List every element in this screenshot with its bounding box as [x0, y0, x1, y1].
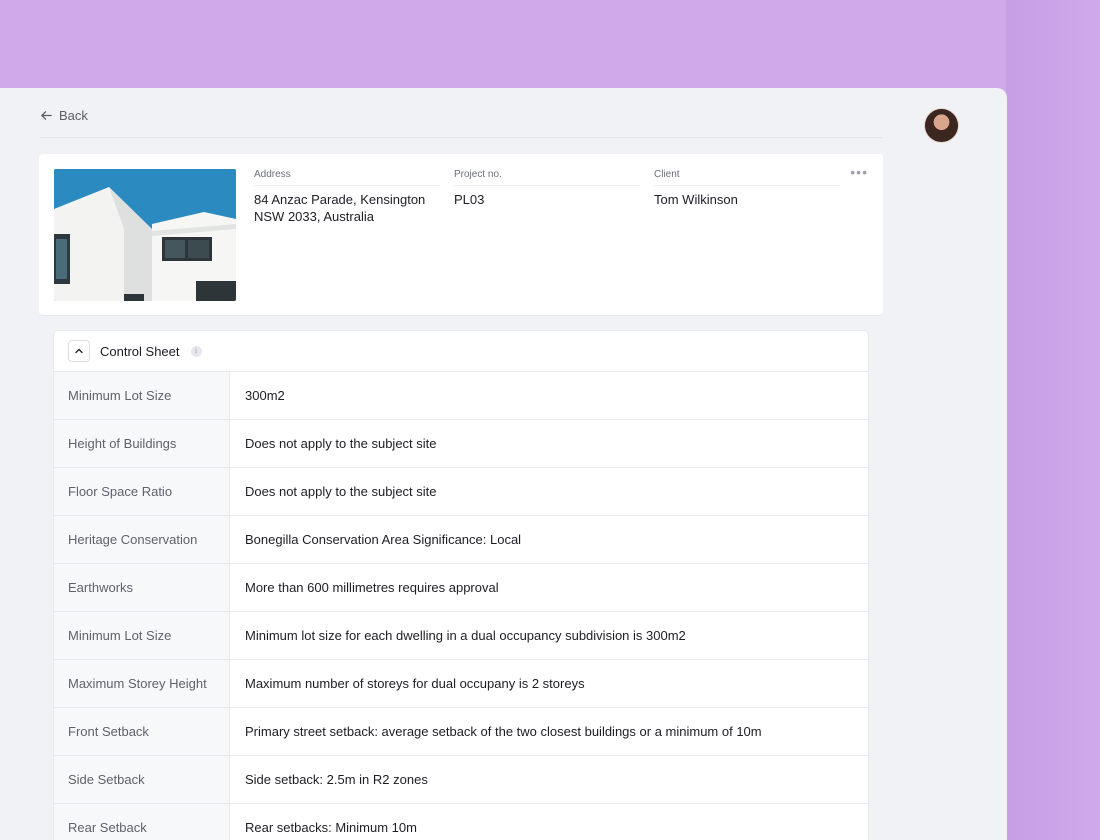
row-value: More than 600 millimetres requires appro… — [245, 580, 499, 595]
address-line-2: NSW 2033, Australia — [254, 209, 374, 224]
back-button[interactable]: Back — [40, 108, 88, 123]
table-row: Height of Buildings Does not apply to th… — [54, 420, 868, 468]
row-value: Does not apply to the subject site — [245, 484, 437, 499]
project-card: Address 84 Anzac Parade, Kensington NSW … — [39, 154, 883, 316]
project-no-section: Project no. PL03 — [454, 169, 644, 208]
control-sheet-header: Control Sheet i — [54, 331, 868, 372]
collapse-button[interactable] — [68, 340, 90, 362]
table-row: Heritage Conservation Bonegilla Conserva… — [54, 516, 868, 564]
row-label: Maximum Storey Height — [54, 660, 230, 707]
chevron-up-icon — [75, 348, 83, 354]
table-row: Minimum Lot Size 300m2 — [54, 372, 868, 420]
background-shade — [1006, 0, 1100, 840]
control-sheet-panel: Control Sheet i Minimum Lot Size 300m2 H… — [53, 330, 869, 840]
divider — [40, 137, 882, 138]
table-row: Front Setback Primary street setback: av… — [54, 708, 868, 756]
row-value: Minimum lot size for each dwelling in a … — [245, 628, 686, 643]
row-value: 300m2 — [245, 388, 285, 403]
row-label: Minimum Lot Size — [54, 612, 230, 659]
address-value: 84 Anzac Parade, Kensington NSW 2033, Au… — [254, 191, 444, 225]
arrow-left-icon — [41, 111, 52, 120]
row-label: Minimum Lot Size — [54, 372, 230, 419]
client-value: Tom Wilkinson — [654, 192, 738, 207]
row-value: Rear setbacks: Minimum 10m — [245, 820, 417, 835]
row-label: Side Setback — [54, 756, 230, 803]
row-value: Maximum number of storeys for dual occup… — [245, 676, 585, 691]
client-label: Client — [654, 169, 840, 186]
project-image — [54, 169, 236, 301]
project-no-label: Project no. — [454, 169, 640, 186]
row-value: Side setback: 2.5m in R2 zones — [245, 772, 428, 787]
user-avatar[interactable] — [924, 108, 959, 143]
row-label: Height of Buildings — [54, 420, 230, 467]
row-value: Primary street setback: average setback … — [245, 724, 762, 739]
table-row: Maximum Storey Height Maximum number of … — [54, 660, 868, 708]
client-section: Client Tom Wilkinson — [654, 169, 844, 208]
address-label: Address — [254, 169, 440, 186]
back-label: Back — [59, 108, 88, 123]
row-value: Does not apply to the subject site — [245, 436, 437, 451]
table-row: Side Setback Side setback: 2.5m in R2 zo… — [54, 756, 868, 804]
table-row: Rear Setback Rear setbacks: Minimum 10m — [54, 804, 868, 840]
row-value: Bonegilla Conservation Area Significance… — [245, 532, 522, 547]
row-label: Heritage Conservation — [54, 516, 230, 563]
table-row: Floor Space Ratio Does not apply to the … — [54, 468, 868, 516]
table-row: Minimum Lot Size Minimum lot size for ea… — [54, 612, 868, 660]
row-label: Earthworks — [54, 564, 230, 611]
control-sheet-table: Minimum Lot Size 300m2 Height of Buildin… — [54, 372, 868, 840]
project-no-value: PL03 — [454, 192, 485, 207]
address-line-1: 84 Anzac Parade, Kensington — [254, 192, 426, 207]
app-window: Back Address 84 Anzac Parade, Kensington… — [0, 88, 1007, 840]
row-label: Front Setback — [54, 708, 230, 755]
more-options-button[interactable]: ••• — [850, 164, 868, 180]
control-sheet-title: Control Sheet — [100, 343, 180, 359]
table-row: Earthworks More than 600 millimetres req… — [54, 564, 868, 612]
row-label: Rear Setback — [54, 804, 230, 840]
info-icon[interactable]: i — [190, 345, 202, 357]
address-section: Address 84 Anzac Parade, Kensington NSW … — [254, 169, 444, 225]
more-horizontal-icon: ••• — [850, 164, 868, 180]
row-label: Floor Space Ratio — [54, 468, 230, 515]
